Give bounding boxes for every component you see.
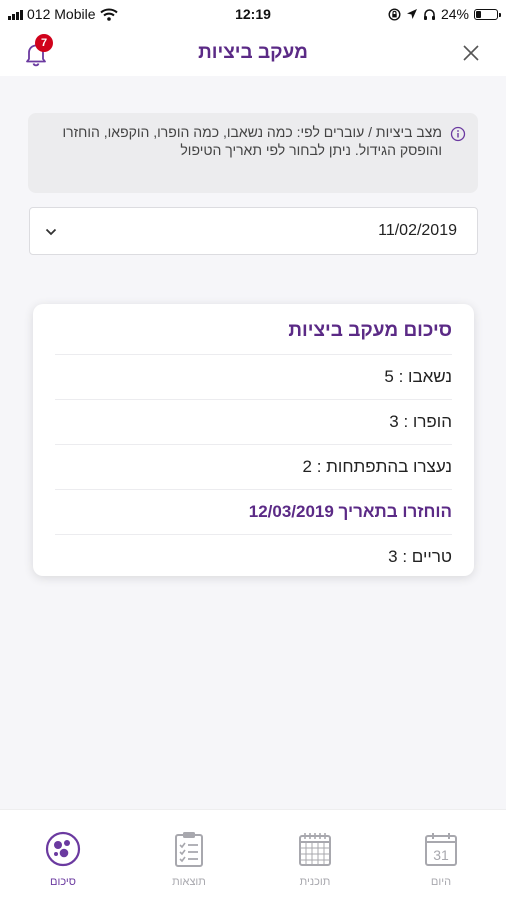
calendar-day-icon: 31 (425, 833, 457, 866)
summary-row-fresh: טריים : 3 (388, 547, 452, 566)
tab-plan-label: תוכנית (299, 876, 331, 888)
battery-icon (474, 8, 501, 20)
info-icon (450, 126, 466, 142)
summary-row-returned-date: הוחזרו בתאריך 12/03/2019 (55, 490, 452, 535)
calendar-day-number: 31 (433, 847, 449, 863)
tab-today[interactable]: 31 היום (378, 810, 504, 901)
lock-rotation-icon (388, 7, 401, 21)
summary-row-fertilized: הופרו : 3 (55, 400, 452, 445)
summary-title: סיכום מעקב ביציות (55, 304, 452, 355)
bottom-tab-bar: סיכום תוצאות תוכנית 31 היום (0, 809, 506, 901)
tab-results[interactable]: תוצאות (126, 810, 252, 901)
clipboard-icon (175, 832, 203, 867)
app-header: 7 מעקב ביציות (0, 30, 506, 76)
summary-row-arrested: נעצרו בהתפתחות : 2 (55, 445, 452, 490)
status-right: 24% (388, 6, 501, 22)
selected-date: 11/02/2019 (378, 222, 457, 239)
chevron-down-icon (45, 228, 57, 236)
summary-row-retrieved: נשאבו : 5 (55, 355, 452, 400)
close-icon (463, 45, 479, 61)
tab-plan[interactable]: תוכנית (252, 810, 378, 901)
status-bar: 012 Mobile 12:19 24% (0, 0, 506, 30)
info-text: מצב ביציות / עוברים לפי: כמה נשאבו, כמה … (62, 124, 442, 158)
tab-results-label: תוצאות (172, 876, 206, 888)
treatment-date-select[interactable]: 11/02/2019 (29, 207, 478, 255)
close-button[interactable] (458, 40, 484, 66)
summary-card: סיכום מעקב ביציות נשאבו : 5 הופרו : 3 נע… (33, 304, 474, 576)
tab-today-label: היום (430, 876, 452, 888)
location-icon (406, 9, 417, 19)
headphones-icon (423, 8, 435, 20)
tab-summary-label: סיכום (50, 876, 76, 888)
page-title: מעקב ביציות (198, 42, 308, 63)
battery-percent: 24% (440, 6, 469, 22)
info-banner: מצב ביציות / עוברים לפי: כמה נשאבו, כמה … (28, 113, 478, 193)
tab-summary[interactable]: סיכום (0, 810, 126, 901)
summary-icon (45, 831, 81, 867)
calendar-grid-icon (299, 833, 331, 866)
